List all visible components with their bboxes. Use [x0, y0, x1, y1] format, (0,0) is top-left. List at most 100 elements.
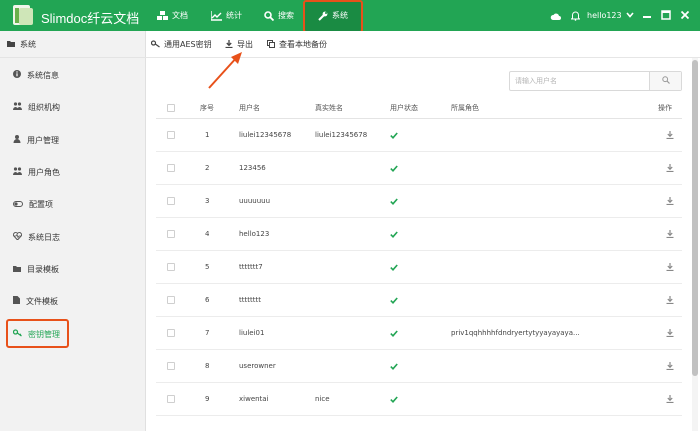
sidebar-item-label: 文件模板	[26, 296, 58, 306]
sidebar-item-system-info[interactable]: 系统信息	[0, 64, 146, 86]
cubes-icon	[157, 10, 168, 21]
table-row[interactable]: 7 liulei01 priv1qqhhhhfdndryertytyyayayaya…	[156, 317, 682, 350]
cell-username: uuuuuuu	[239, 197, 271, 205]
download-icon[interactable]	[666, 119, 674, 151]
sidebar-item-user-management[interactable]: 用户管理	[0, 129, 146, 151]
view-backup-button[interactable]: 查看本地备份	[267, 39, 327, 50]
nav-search[interactable]: 搜索	[264, 0, 294, 31]
header-actions: 操作	[658, 103, 672, 112]
bell-icon[interactable]	[571, 0, 580, 31]
app-title: Slimdoc纤云文档	[41, 11, 140, 26]
user-menu[interactable]: hello123	[587, 0, 634, 31]
download-icon[interactable]	[666, 383, 674, 415]
sidebar-item-label: 用户管理	[27, 135, 59, 145]
nav-documents-label: 文档	[172, 11, 188, 20]
cell-username: 123456	[239, 164, 266, 172]
row-checkbox[interactable]	[167, 350, 175, 382]
check-icon	[390, 119, 398, 151]
cell-username: liulei01	[239, 329, 265, 337]
annotation-arrow	[208, 52, 242, 89]
users-icon	[13, 102, 22, 112]
sidebar-header: 系统	[0, 31, 146, 58]
nav-documents[interactable]: 文档	[157, 0, 188, 31]
info-circle-icon	[13, 70, 21, 80]
export-label: 导出	[237, 40, 253, 49]
maximize-icon[interactable]	[661, 10, 671, 20]
search-icon	[264, 10, 274, 21]
cloud-icon[interactable]	[550, 0, 561, 31]
cell-realname: nice	[315, 395, 330, 403]
sidebar-item-user-roles[interactable]: 用户角色	[0, 161, 146, 183]
cell-index: 4	[205, 230, 210, 238]
sidebar-item-directory-template[interactable]: 目录模板	[0, 258, 146, 280]
app-logo	[13, 5, 35, 26]
export-button[interactable]: 导出	[225, 39, 253, 50]
download-icon[interactable]	[666, 218, 674, 250]
sidebar: 系统 系统信息 组织机构 用户管理 用户角色 配置项 系统日志 目录模板 文件模…	[0, 31, 146, 431]
scrollbar[interactable]	[692, 58, 698, 431]
check-icon	[390, 218, 398, 250]
user-icon	[13, 135, 21, 145]
scrollbar-thumb[interactable]	[692, 60, 698, 376]
header-username: 用户名	[239, 103, 260, 112]
users-icon	[13, 167, 22, 177]
download-icon[interactable]	[666, 185, 674, 217]
cell-index: 5	[205, 263, 210, 271]
table-row[interactable]: 3 uuuuuuu	[156, 185, 682, 218]
row-checkbox[interactable]	[167, 383, 175, 415]
cell-roles: priv1qqhhhhfdndryertytyyayayaya...	[451, 329, 580, 337]
table-row[interactable]: 8 userowner	[156, 350, 682, 383]
row-checkbox[interactable]	[167, 317, 175, 349]
download-icon[interactable]	[666, 317, 674, 349]
sidebar-item-organization[interactable]: 组织机构	[0, 96, 146, 118]
table-row[interactable]: 6 tttttttt	[156, 284, 682, 317]
header-status: 用户状态	[390, 103, 418, 112]
search-input[interactable]	[510, 72, 650, 90]
cell-index: 7	[205, 329, 210, 337]
row-checkbox[interactable]	[167, 185, 175, 217]
cell-username: tttttttt	[239, 296, 261, 304]
download-icon	[225, 39, 233, 50]
row-checkbox[interactable]	[167, 251, 175, 283]
cell-index: 3	[205, 197, 210, 205]
folder-icon	[7, 40, 15, 49]
row-checkbox[interactable]	[167, 119, 175, 151]
aes-key-button[interactable]: 通用AES密钥	[150, 39, 212, 50]
check-icon	[390, 152, 398, 184]
row-checkbox[interactable]	[167, 152, 175, 184]
sidebar-item-label: 目录模板	[27, 264, 59, 274]
download-icon[interactable]	[666, 251, 674, 283]
minimize-icon[interactable]	[642, 10, 652, 20]
download-icon[interactable]	[666, 152, 674, 184]
check-icon	[390, 383, 398, 415]
table-row[interactable]: 9 xiwentai nice	[156, 383, 682, 416]
table-row[interactable]: 1 liulei12345678 liulei12345678	[156, 119, 682, 152]
view-backup-label: 查看本地备份	[279, 40, 327, 49]
sidebar-item-label: 系统日志	[28, 232, 60, 242]
cell-index: 9	[205, 395, 210, 403]
download-icon[interactable]	[666, 350, 674, 382]
table-row[interactable]: 5 ttttttt7	[156, 251, 682, 284]
annotation-highlight-nav	[303, 0, 363, 33]
search-button[interactable]	[649, 72, 681, 90]
row-checkbox[interactable]	[167, 284, 175, 316]
check-icon	[390, 185, 398, 217]
select-all-checkbox[interactable]	[167, 97, 175, 118]
sidebar-header-label: 系统	[20, 39, 36, 49]
sidebar-item-config[interactable]: 配置项	[0, 193, 146, 215]
sidebar-item-file-template[interactable]: 文件模板	[0, 290, 146, 312]
download-icon[interactable]	[666, 284, 674, 316]
table-row[interactable]: 2 123456	[156, 152, 682, 185]
close-icon[interactable]	[680, 10, 690, 20]
cell-index: 6	[205, 296, 210, 304]
table-row[interactable]: 4 hello123	[156, 218, 682, 251]
sidebar-item-label: 系统信息	[27, 70, 59, 80]
nav-statistics[interactable]: 统计	[211, 0, 242, 31]
cell-username: ttttttt7	[239, 263, 263, 271]
key-icon	[150, 39, 160, 50]
top-bar: Slimdoc纤云文档 文档 统计 搜索 系统 hello123	[0, 0, 700, 33]
header-index: 序号	[200, 103, 214, 112]
sidebar-item-system-log[interactable]: 系统日志	[0, 226, 146, 248]
cell-index: 1	[205, 131, 210, 139]
row-checkbox[interactable]	[167, 218, 175, 250]
